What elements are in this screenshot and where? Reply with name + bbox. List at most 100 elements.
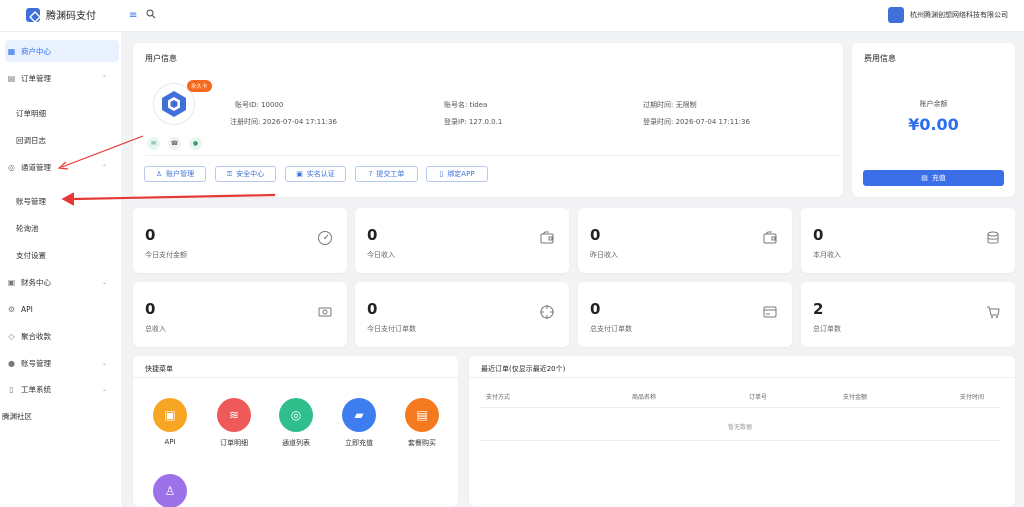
- column-product-name: 商品名称: [632, 394, 657, 401]
- database-icon: [985, 230, 1001, 246]
- dashboard-icon: ▦: [7, 46, 16, 56]
- sidebar: ▦ 商户中心 ▤ 订单管理 ⌃ 订单明细 回调日志 ◎ 通道管理 ⌃ 账号管理 …: [0, 32, 121, 507]
- stat-card: 0 总收入: [133, 282, 347, 347]
- stat-value: 0: [590, 300, 601, 318]
- sidebar-item-account-management[interactable]: ● 账号管理 ⌄: [5, 352, 119, 374]
- account-id: 账号ID: 10000: [235, 101, 284, 109]
- login-time: 登录时间: 2026-07-04 17:11:36: [643, 118, 750, 126]
- sidebar-item-order-management[interactable]: ▤ 订单管理 ⌃: [5, 67, 119, 89]
- stat-value: 0: [145, 300, 156, 318]
- quick-menu-item[interactable]: ♙: [145, 474, 195, 507]
- phone-icon[interactable]: ☎: [168, 137, 181, 150]
- stat-label: 总订单数: [813, 325, 841, 333]
- quick-menu-label: 立即充值: [345, 439, 373, 447]
- stat-label: 总收入: [145, 325, 166, 333]
- wallet-icon: [762, 230, 778, 246]
- fee-title: 费用信息: [864, 54, 896, 63]
- app-logo[interactable]: 腾渊码支付: [26, 7, 96, 22]
- stat-label: 总支付订单数: [590, 325, 632, 333]
- bind-app-button[interactable]: ▯ 绑定APP: [426, 166, 488, 182]
- company-name: 杭州腾渊创想网络科技有限公司: [910, 11, 1008, 19]
- sidebar-item-finance-center[interactable]: ▣ 财务中心 ⌄: [5, 271, 119, 293]
- book-icon: ▯: [9, 384, 14, 394]
- balance-value: ¥0.00: [908, 115, 959, 134]
- sidebar-item-ticket-system[interactable]: ▯ 工单系统 ⌄: [5, 378, 119, 400]
- quick-menu-label: 订单明细: [220, 439, 248, 447]
- brand-icon: [162, 91, 186, 117]
- company-logo-icon: [888, 7, 904, 23]
- stat-card: 0 总支付订单数: [578, 282, 792, 347]
- cart-icon: [985, 304, 1001, 320]
- stat-label: 今日收入: [367, 251, 395, 259]
- id-card-icon: ▣: [296, 170, 303, 178]
- sidebar-item-merchant-center[interactable]: ▦ 商户中心: [5, 40, 119, 62]
- stat-card: 2 总订单数: [801, 282, 1015, 347]
- quick-menu-item[interactable]: ≋ 订单明细: [209, 398, 259, 448]
- quick-menu-item[interactable]: ▰ 立即充值: [334, 398, 384, 448]
- divider: [145, 155, 840, 156]
- chevron-up-icon: ⌃: [101, 74, 107, 82]
- wallet-icon: ▤: [921, 174, 928, 182]
- divider: [469, 377, 1015, 378]
- sidebar-item-community[interactable]: 腾渊社区: [0, 405, 114, 427]
- cash-icon: [317, 304, 333, 320]
- stat-value: 2: [813, 300, 824, 318]
- stat-card: 0 昨日收入: [578, 208, 792, 273]
- quick-menu-item[interactable]: ▤ 套餐购买: [397, 398, 447, 448]
- login-ip: 登录IP: 127.0.0.1: [444, 118, 503, 126]
- sidebar-item-channel-management[interactable]: ◎ 通道管理 ⌃: [5, 156, 119, 178]
- target-icon: [539, 304, 555, 320]
- chevron-down-icon: ⌄: [101, 385, 107, 393]
- chevron-down-icon: ⌄: [101, 359, 107, 367]
- security-center-button[interactable]: ⚿ 安全中心: [215, 166, 276, 182]
- table-divider: [480, 407, 1000, 408]
- database-icon: ≋: [217, 398, 251, 432]
- account-name: 账号名: tidea: [444, 101, 488, 109]
- app-title: 腾渊码支付: [46, 11, 96, 22]
- real-name-auth-button[interactable]: ▣ 实名认证: [285, 166, 346, 182]
- column-order-no: 订单号: [749, 394, 768, 401]
- recent-orders-title: 最近订单(仅显示最近20个): [481, 365, 566, 373]
- search-icon[interactable]: [146, 9, 156, 22]
- table-divider: [480, 440, 1000, 441]
- sidebar-item-polling-pool[interactable]: 轮询池: [5, 217, 119, 239]
- stat-label: 今日支付金额: [145, 251, 187, 259]
- user-icon: ●: [8, 358, 15, 368]
- quick-menu-item[interactable]: ◎ 通道列表: [271, 398, 321, 448]
- question-icon: ?: [368, 170, 373, 178]
- account-management-button[interactable]: ♙ 账户管理: [144, 166, 206, 182]
- phone-app-icon: ▯: [439, 170, 444, 178]
- lock-icon: ⚿: [226, 169, 233, 178]
- sidebar-item-order-detail[interactable]: 订单明细: [5, 102, 119, 124]
- sidebar-item-aggregate-payment[interactable]: ◇ 聚合收款: [5, 325, 119, 347]
- status-badge: 永久卡: [187, 80, 212, 92]
- user-icon[interactable]: ●: [189, 137, 202, 150]
- card-icon: [762, 304, 778, 320]
- quick-menu-label: API: [164, 438, 176, 446]
- company-profile[interactable]: 杭州腾渊创想网络科技有限公司: [888, 7, 1008, 23]
- sidebar-item-payment-settings[interactable]: 支付设置: [5, 244, 119, 266]
- wallet-icon: ▰: [342, 398, 376, 432]
- gauge-icon: [317, 230, 333, 246]
- stat-card: 0 本月收入: [801, 208, 1015, 273]
- stat-card: 0 今日支付订单数: [355, 282, 569, 347]
- user-info-title: 用户信息: [145, 54, 177, 63]
- finance-icon: ▣: [7, 277, 16, 287]
- app-logo-icon: [26, 7, 40, 22]
- recharge-button[interactable]: ▤ 充值: [863, 170, 1004, 186]
- balance-label: 账户余额: [919, 100, 948, 108]
- stat-value: 0: [367, 300, 378, 318]
- column-amount: 支付金额: [843, 394, 868, 401]
- submit-ticket-button[interactable]: ? 提交工单: [355, 166, 418, 182]
- sidebar-item-callback-log[interactable]: 回调日志: [5, 129, 119, 151]
- wallet-icon: [539, 230, 555, 246]
- sidebar-item-account-management-sub[interactable]: 账号管理: [5, 190, 119, 212]
- email-icon[interactable]: ✉: [147, 137, 160, 150]
- column-payment-method: 支付方式: [486, 394, 511, 401]
- menu-icon[interactable]: ≡: [129, 10, 137, 21]
- sidebar-item-api[interactable]: ⚙ API: [5, 298, 119, 320]
- stat-card: 0 今日支付金额: [133, 208, 347, 273]
- divider: [133, 377, 458, 378]
- quick-menu-item[interactable]: ▣ API: [145, 398, 195, 446]
- top-bar: 腾渊码支付 ≡ 杭州腾渊创想网络科技有限公司: [0, 0, 1024, 32]
